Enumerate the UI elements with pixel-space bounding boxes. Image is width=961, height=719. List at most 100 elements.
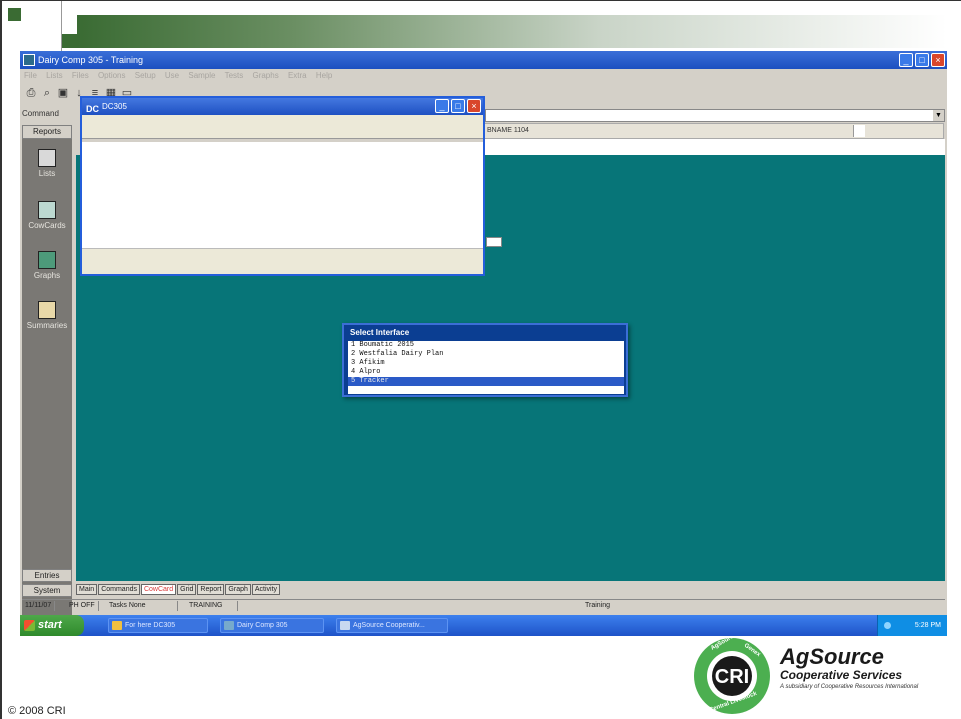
taskbar-item-label: Dairy Comp 305	[237, 622, 288, 629]
menu-extra[interactable]: Extra	[288, 71, 307, 80]
sidebar-item-graphs[interactable]: Graphs	[22, 247, 72, 295]
slide: Dairy Comp 305 - Training _ □ × File Lis…	[0, 0, 961, 719]
sidebar-item-cowcards[interactable]: CowCards	[22, 197, 72, 245]
logo-text: CRI	[715, 666, 749, 688]
record-field[interactable]	[853, 125, 865, 137]
menu-tests[interactable]: Tests	[225, 71, 244, 80]
record-bar-white	[482, 139, 945, 155]
menu-use[interactable]: Use	[165, 71, 179, 80]
summary-icon	[38, 301, 56, 319]
brand-block: AgSource Cooperative Services A subsidia…	[780, 644, 950, 690]
tab-main[interactable]: Main	[76, 584, 98, 595]
menu-sample[interactable]: Sample	[188, 71, 215, 80]
tab-cowcard[interactable]: CowCard	[140, 584, 177, 595]
menu-lists[interactable]: Lists	[46, 71, 62, 80]
sidebar-system-button[interactable]: System	[22, 584, 72, 597]
app-icon	[224, 621, 234, 630]
menu-help[interactable]: Help	[316, 71, 332, 80]
sidebar-header-reports[interactable]: Reports	[22, 125, 72, 139]
network-icon[interactable]	[884, 622, 891, 629]
print-icon[interactable]: ⎙	[24, 86, 38, 100]
presentation-icon	[340, 621, 350, 630]
menu-options[interactable]: Options	[98, 71, 126, 80]
dialog-maximize-button[interactable]: □	[451, 99, 465, 113]
sidebar-item-label: Lists	[38, 169, 56, 178]
slide-header-gradient	[77, 15, 947, 48]
tab-activity[interactable]: Activity	[251, 584, 281, 595]
folder-icon	[112, 621, 122, 630]
dialog-footer	[82, 248, 483, 274]
dialog-titlebar[interactable]: DC DC305 _ □ ×	[82, 98, 483, 115]
graph-icon	[38, 251, 56, 269]
taskbar: start For here DC305 Dairy Comp 305 AgSo…	[20, 615, 947, 636]
dairy-comp-window: Dairy Comp 305 - Training _ □ × File Lis…	[20, 51, 947, 636]
record-bar: BNAME 1104	[482, 123, 944, 139]
chevron-down-icon[interactable]: ▼	[933, 110, 944, 121]
list-icon	[38, 149, 56, 167]
save-icon[interactable]: ▣	[56, 86, 70, 100]
minimize-button[interactable]: _	[899, 53, 913, 67]
start-label: start	[38, 619, 62, 631]
interface-option[interactable]: 4 Alpro	[348, 368, 624, 377]
menu-files[interactable]: Files	[72, 71, 89, 80]
menu-graphs[interactable]: Graphs	[252, 71, 278, 80]
dialog-title: DC305	[102, 102, 127, 111]
clock: 5:28 PM	[914, 622, 941, 629]
interface-list: 1 Boumatic 2015 2 Westfalia Dairy Plan 3…	[348, 341, 624, 394]
dialog-toolbar-area	[82, 115, 483, 139]
tab-graph[interactable]: Graph	[225, 584, 251, 595]
status-training: TRAINING	[186, 601, 238, 611]
sidebar-entries-button[interactable]: Entries	[22, 569, 72, 582]
window-titlebar[interactable]: Dairy Comp 305 - Training _ □ ×	[20, 51, 947, 69]
tab-grid[interactable]: Grid	[177, 584, 197, 595]
app-icon	[23, 54, 35, 66]
system-tray: 5:28 PM	[877, 615, 947, 636]
taskbar-item-label: AgSource Cooperativ...	[353, 622, 425, 629]
status-right: Training	[585, 602, 611, 609]
dialog-content	[82, 142, 483, 248]
cri-logo: CRI AgSource Genex Central Livestock	[694, 636, 770, 714]
sidebar-item-summaries[interactable]: Summaries	[22, 297, 72, 345]
status-task: Tasks None	[106, 601, 178, 611]
sidebar-item-lists[interactable]: Lists	[22, 145, 72, 193]
sidebar-item-label: Graphs	[33, 271, 61, 280]
windows-logo-icon	[24, 620, 35, 631]
interface-option[interactable]: 2 Westfalia Dairy Plan	[348, 350, 624, 359]
menu-bar: File Lists Files Options Setup Use Sampl…	[20, 69, 947, 83]
copyright: © 2008 CRI	[8, 705, 66, 717]
maximize-button[interactable]: □	[915, 53, 929, 67]
select-interface-title: Select Interface	[350, 328, 410, 337]
menu-file[interactable]: File	[24, 71, 37, 80]
window-title: Dairy Comp 305 - Training	[38, 55, 144, 65]
taskbar-item[interactable]: For here DC305	[108, 618, 208, 633]
menu-setup[interactable]: Setup	[135, 71, 156, 80]
sidebar-item-label: Summaries	[26, 321, 68, 330]
slide-decoration-square	[62, 34, 78, 48]
cowcard-icon	[38, 201, 56, 219]
brand-tagline: A subsidiary of Cooperative Resources In…	[780, 684, 919, 690]
interface-option[interactable]: 3 Afikim	[348, 359, 624, 368]
interface-option-selected[interactable]: 5 Tracker	[348, 377, 624, 386]
sidebar: Reports Lists CowCards Graphs Summaries	[22, 125, 72, 615]
start-button[interactable]: start	[20, 615, 84, 636]
status-bar: 11/11/07 PH OFF Tasks None TRAINING Trai…	[22, 599, 945, 611]
sidebar-item-label: CowCards	[28, 221, 66, 230]
record-text: BNAME 1104	[487, 127, 529, 134]
input-box[interactable]	[486, 237, 502, 247]
dialog-minimize-button[interactable]: _	[435, 99, 449, 113]
taskbar-item[interactable]: Dairy Comp 305	[220, 618, 324, 633]
select-interface-dialog: Select Interface 1 Boumatic 2015 2 Westf…	[342, 323, 628, 397]
taskbar-item[interactable]: AgSource Cooperativ...	[336, 618, 448, 633]
dialog-close-button[interactable]: ×	[467, 99, 481, 113]
taskbar-item-label: For here DC305	[125, 622, 176, 629]
close-button[interactable]: ×	[931, 53, 945, 67]
command-label: Command	[22, 109, 59, 118]
dc305-dialog: DC DC305 _ □ ×	[80, 96, 485, 276]
command-input[interactable]: ▼	[485, 109, 945, 122]
brand-name: AgSource	[780, 644, 884, 669]
search-icon[interactable]: ⌕	[40, 86, 54, 100]
brand-subtitle: Cooperative Services	[780, 668, 903, 682]
tab-report[interactable]: Report	[197, 584, 225, 595]
tab-commands[interactable]: Commands	[98, 584, 140, 595]
interface-option[interactable]: 1 Boumatic 2015	[348, 341, 624, 350]
